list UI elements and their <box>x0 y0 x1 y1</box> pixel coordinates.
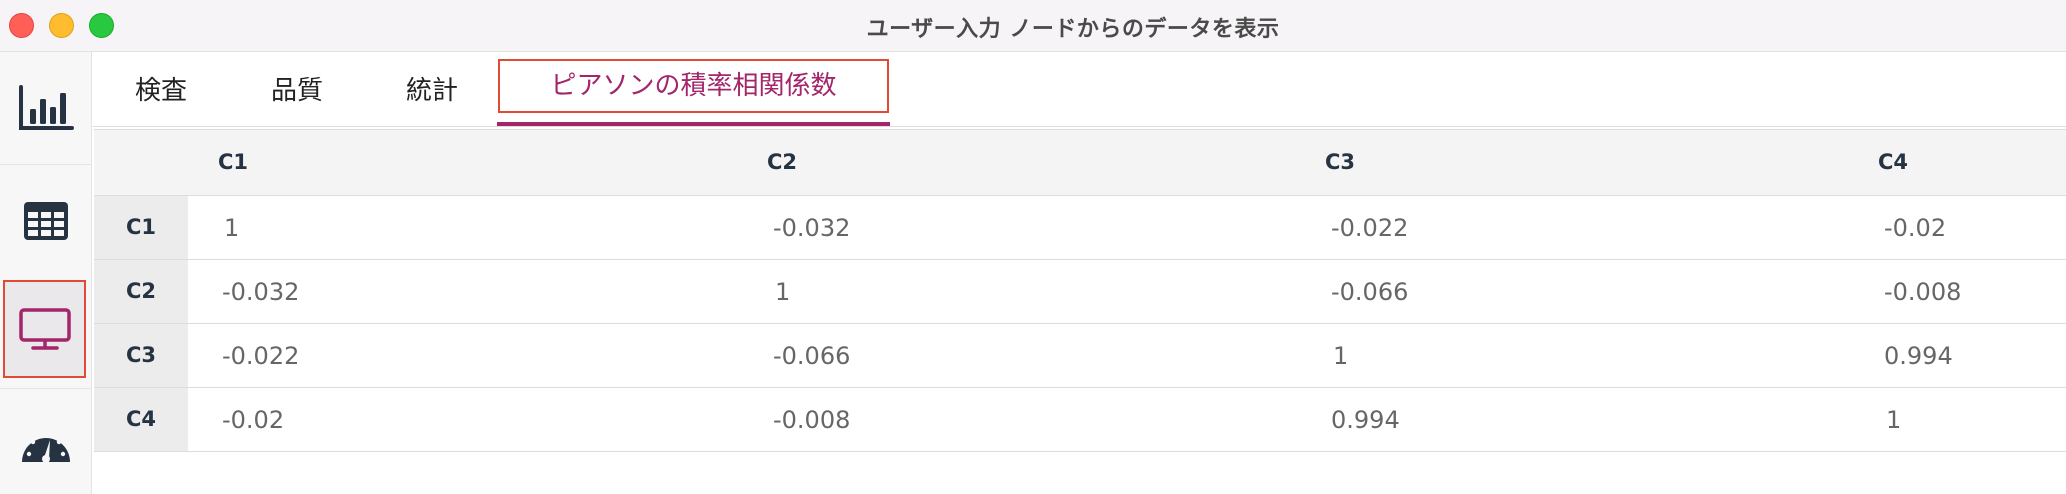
table-cell: -0.022 <box>222 342 300 370</box>
tab-inspect[interactable]: 検査 <box>135 70 187 107</box>
tab-bar: 検査 品質 統計 ピアソンの積率相関係数 <box>93 52 2066 127</box>
window-title: ユーザー入力 ノードからのデータを表示 <box>866 17 1280 42</box>
table-cell: -0.032 <box>773 214 851 242</box>
table-cell: 1 <box>1886 406 1902 434</box>
row-header: C3 <box>94 324 188 387</box>
table-corner <box>94 130 188 195</box>
table-cell: -0.008 <box>773 406 851 434</box>
sidebar-item-chart[interactable] <box>0 52 92 164</box>
bar-chart-icon <box>19 85 74 130</box>
sidebar <box>0 52 92 494</box>
app-window: ユーザー入力 ノードからのデータを表示 検査 品質 統計 ピアソンの積率相関係数… <box>0 0 2066 494</box>
table-cell: -0.02 <box>222 406 285 434</box>
table-cell: -0.066 <box>1331 278 1409 306</box>
tab-pearson-correlation[interactable]: ピアソンの積率相関係数 <box>498 59 889 113</box>
table-grid-icon <box>24 201 68 240</box>
table-cell: -0.066 <box>773 342 851 370</box>
table-cell: 1 <box>775 278 791 306</box>
table-row: C4 -0.02 -0.008 0.994 1 <box>94 388 2066 452</box>
row-header: C1 <box>94 196 188 259</box>
correlation-table: C1 C2 C3 C4 C1 1 -0.032 -0.022 -0.02 C2 … <box>94 129 2066 452</box>
speedometer-icon <box>22 431 70 463</box>
table-cell: 0.994 <box>1884 342 1953 370</box>
sidebar-item-table[interactable] <box>0 164 92 276</box>
title-bar: ユーザー入力 ノードからのデータを表示 <box>0 0 2066 52</box>
monitor-icon <box>18 308 71 350</box>
table-cell: -0.008 <box>1884 278 1962 306</box>
table-cell: 1 <box>224 214 240 242</box>
sidebar-item-display[interactable] <box>3 280 86 378</box>
sidebar-item-dashboard[interactable] <box>0 388 92 494</box>
column-header[interactable]: C2 <box>767 130 797 194</box>
table-header-row: C1 C2 C3 C4 <box>94 130 2066 196</box>
table-row: C1 1 -0.032 -0.022 -0.02 <box>94 196 2066 260</box>
tab-statistics[interactable]: 統計 <box>406 70 458 107</box>
table-row: C3 -0.022 -0.066 1 0.994 <box>94 324 2066 388</box>
column-header[interactable]: C3 <box>1325 130 1355 194</box>
row-header: C4 <box>94 388 188 451</box>
column-header[interactable]: C4 <box>1878 130 1908 194</box>
table-row: C2 -0.032 1 -0.066 -0.008 <box>94 260 2066 324</box>
tab-quality[interactable]: 品質 <box>271 70 323 107</box>
table-cell: -0.02 <box>1884 214 1947 242</box>
table-cell: 0.994 <box>1331 406 1400 434</box>
table-cell: 1 <box>1333 342 1349 370</box>
table-cell: -0.022 <box>1331 214 1409 242</box>
active-tab-indicator <box>497 122 890 126</box>
table-cell: -0.032 <box>222 278 300 306</box>
column-header[interactable]: C1 <box>218 130 248 194</box>
row-header: C2 <box>94 260 188 323</box>
